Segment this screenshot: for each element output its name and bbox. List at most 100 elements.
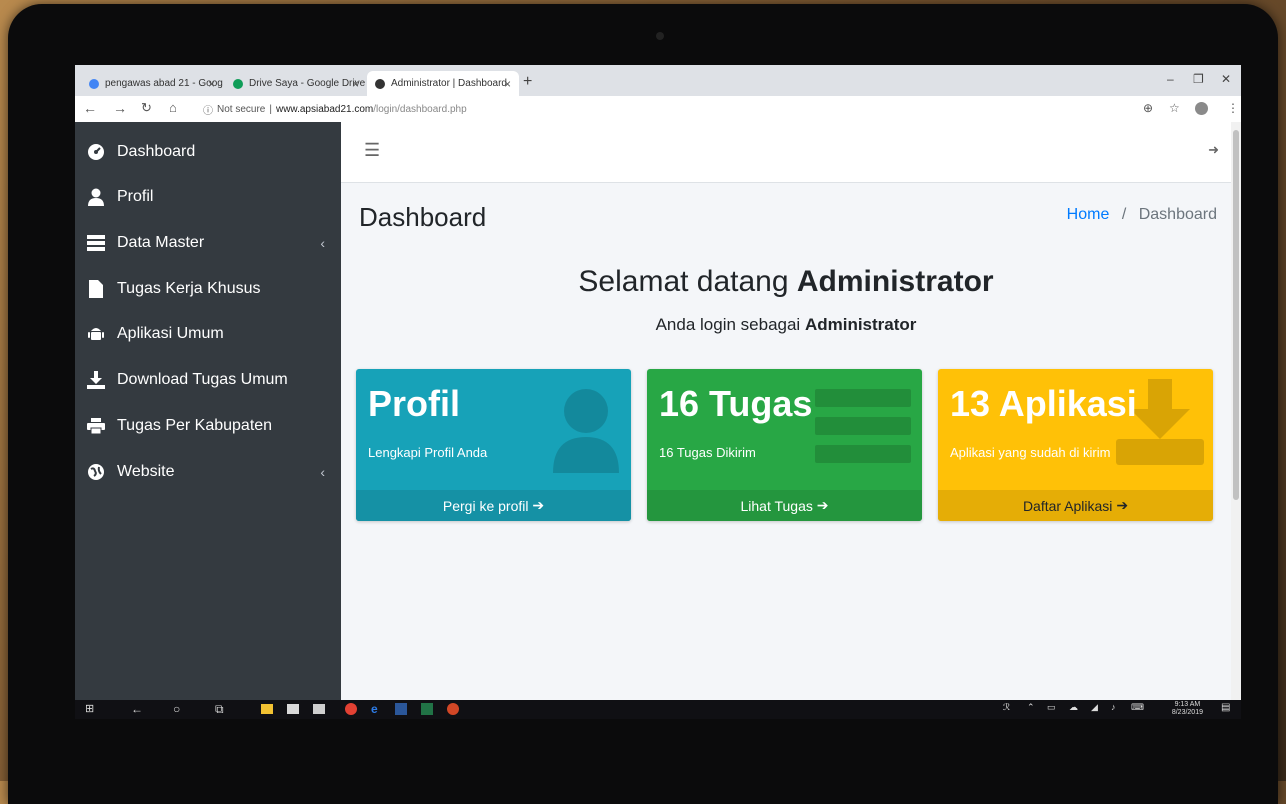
sidebar-item-download-tugas-umum[interactable]: Download Tugas Umum <box>75 358 341 402</box>
windows-start-icon[interactable]: ⊞ <box>85 702 94 715</box>
people-icon[interactable]: ℛ <box>1003 702 1010 713</box>
sidebar-item-data-master[interactable]: Data Master ‹ <box>75 221 341 265</box>
login-role: Administrator <box>804 315 917 334</box>
scrollbar[interactable] <box>1231 122 1241 700</box>
download-icon <box>87 371 105 389</box>
url-path: /login/dashboard.php <box>373 103 467 115</box>
tab-dashboard[interactable]: Administrator | Dashboard × <box>367 71 519 96</box>
card-link-label: Daftar Aplikasi <box>1022 497 1113 514</box>
sidebar-item-label: Website <box>117 463 175 480</box>
close-tab-icon[interactable]: × <box>504 77 511 91</box>
wifi-icon[interactable]: ◢ <box>1091 702 1098 713</box>
url-field[interactable]: ⓘ Not secure | www.apsiabad21.com/login/… <box>203 99 1103 119</box>
system-clock[interactable]: 9:13 AM 8/23/2019 <box>1172 701 1203 717</box>
word-icon[interactable] <box>395 703 407 715</box>
sidebar-item-aplikasi-umum[interactable]: Aplikasi Umum <box>75 312 341 356</box>
print-icon <box>87 417 105 435</box>
arrow-circle-right-icon: ➔ <box>1116 497 1129 513</box>
cloud-icon[interactable]: ☁ <box>1069 702 1078 713</box>
tugas-card: 16 Tugas 16 Tugas Dikirim Lihat Tugas ➔ <box>647 369 922 521</box>
close-tab-icon[interactable]: × <box>352 77 359 91</box>
login-prefix: Anda login sebagai <box>655 315 805 334</box>
card-title: 16 Tugas <box>659 383 813 424</box>
windows-taskbar: ⊞ ← ○ ⧉ e ℛ ⌃ ▭ ☁ ◢ ♪ ⌨ 9:13 AM 8/23/201… <box>75 700 1241 719</box>
restore-icon[interactable]: ❐ <box>1193 72 1204 86</box>
sidebar-item-label: Download Tugas Umum <box>117 371 288 388</box>
keyboard-icon[interactable]: ⌨ <box>1131 702 1144 713</box>
back-icon[interactable]: ← <box>83 100 97 116</box>
welcome-heading: Selamat datang Administrator <box>341 265 1231 299</box>
scrollbar-thumb[interactable] <box>1233 130 1239 500</box>
welcome-prefix: Selamat datang <box>578 265 797 298</box>
chevron-up-icon[interactable]: ⌃ <box>1027 702 1035 713</box>
powerpoint-icon[interactable] <box>447 703 459 715</box>
hamburger-menu-icon[interactable]: ☰ <box>364 140 380 161</box>
mail-icon[interactable] <box>313 704 325 714</box>
home-icon[interactable]: ⌂ <box>169 100 177 115</box>
card-title: 13 Aplikasi <box>950 383 1137 424</box>
arrow-circle-right-icon: ➔ <box>816 497 829 513</box>
zoom-icon[interactable]: ⊕ <box>1143 101 1153 115</box>
sidebar-item-label: Data Master <box>117 234 205 251</box>
minimize-icon[interactable]: – <box>1167 72 1174 86</box>
tab-google-search[interactable]: pengawas abad 21 - Google Se × <box>81 71 223 96</box>
globe-icon <box>87 463 105 481</box>
address-bar: ← → ↻ ⌂ ⓘ Not secure | www.apsiabad21.co… <box>75 96 1241 123</box>
close-tab-icon[interactable]: × <box>208 77 215 91</box>
globe-icon <box>375 78 385 89</box>
excel-icon[interactable] <box>421 703 433 715</box>
arrow-circle-right-icon: ➔ <box>532 497 545 513</box>
url-host: www.apsiabad21.com <box>275 103 374 115</box>
chrome-icon[interactable] <box>345 703 357 715</box>
profil-card: Profil Lengkapi Profil Anda Pergi ke pro… <box>356 369 631 521</box>
tab-google-drive[interactable]: Drive Saya - Google Drive × <box>225 71 367 96</box>
store-icon[interactable] <box>287 704 299 714</box>
sidebar-item-profil[interactable]: Profil <box>75 175 341 219</box>
sidebar-item-dashboard[interactable]: Dashboard <box>75 130 341 174</box>
sidebar-item-tugas-kerja-khusus[interactable]: Tugas Kerja Khusus <box>75 267 341 311</box>
card-subtitle: 16 Tugas Dikirim <box>659 445 756 460</box>
tab-label: pengawas abad 21 - Google Se <box>105 78 223 89</box>
card-title: Profil <box>368 383 461 424</box>
back-arrow-icon[interactable]: ← <box>131 702 143 716</box>
card-subtitle: Lengkapi Profil Anda <box>368 445 488 460</box>
network-icon[interactable]: ▭ <box>1047 702 1056 713</box>
url-divider: | <box>269 103 272 115</box>
security-label: Not secure <box>217 103 266 115</box>
daftar-aplikasi-link[interactable]: Daftar Aplikasi ➔ <box>938 490 1213 521</box>
reload-icon[interactable]: ↻ <box>141 100 152 116</box>
login-info: Anda login sebagai Administrator <box>341 315 1231 335</box>
drive-icon <box>233 78 243 89</box>
sidebar-item-website[interactable]: Website ‹ <box>75 450 341 494</box>
clock-date: 8/23/2019 <box>1171 709 1203 716</box>
task-view-icon[interactable]: ⧉ <box>215 702 224 717</box>
volume-icon[interactable]: ♪ <box>1111 702 1116 712</box>
sidebar: Dashboard Profil Data Master ‹ Tugas Ker… <box>75 122 341 700</box>
list-bg-icon <box>815 389 911 463</box>
lihat-tugas-link[interactable]: Lihat Tugas ➔ <box>647 490 922 521</box>
info-icon: ⓘ <box>203 105 213 117</box>
bookmark-star-icon[interactable]: ☆ <box>1169 101 1180 115</box>
breadcrumb-current: Dashboard <box>1138 206 1217 223</box>
chevron-left-icon: ‹ <box>320 235 325 251</box>
main-content: ☰ ➜ Dashboard Home / Dashboard Selamat d… <box>341 122 1231 700</box>
new-tab-icon[interactable]: + <box>523 73 532 91</box>
top-navbar: ☰ ➜ <box>341 122 1231 183</box>
forward-icon[interactable]: → <box>113 100 127 116</box>
logout-icon[interactable]: ➜ <box>1208 142 1219 158</box>
sidebar-item-label: Tugas Kerja Khusus <box>117 280 261 297</box>
profile-avatar[interactable] <box>1195 102 1208 115</box>
sidebar-item-tugas-per-kabupaten[interactable]: Tugas Per Kabupaten <box>75 404 341 448</box>
server-icon <box>87 234 105 252</box>
tab-label: Administrator | Dashboard <box>391 78 507 89</box>
user-icon <box>87 188 105 206</box>
menu-dots-icon[interactable]: ⋮ <box>1227 101 1239 115</box>
cortana-icon[interactable]: ○ <box>173 702 180 716</box>
file-explorer-icon[interactable] <box>261 704 273 714</box>
android-icon <box>87 325 105 343</box>
close-window-icon[interactable]: ✕ <box>1221 72 1231 86</box>
pergi-ke-profil-link[interactable]: Pergi ke profil ➔ <box>356 490 631 521</box>
breadcrumb-home-link[interactable]: Home <box>1067 206 1110 223</box>
notification-icon[interactable]: ▤ <box>1221 702 1230 713</box>
edge-icon[interactable]: e <box>371 702 378 716</box>
